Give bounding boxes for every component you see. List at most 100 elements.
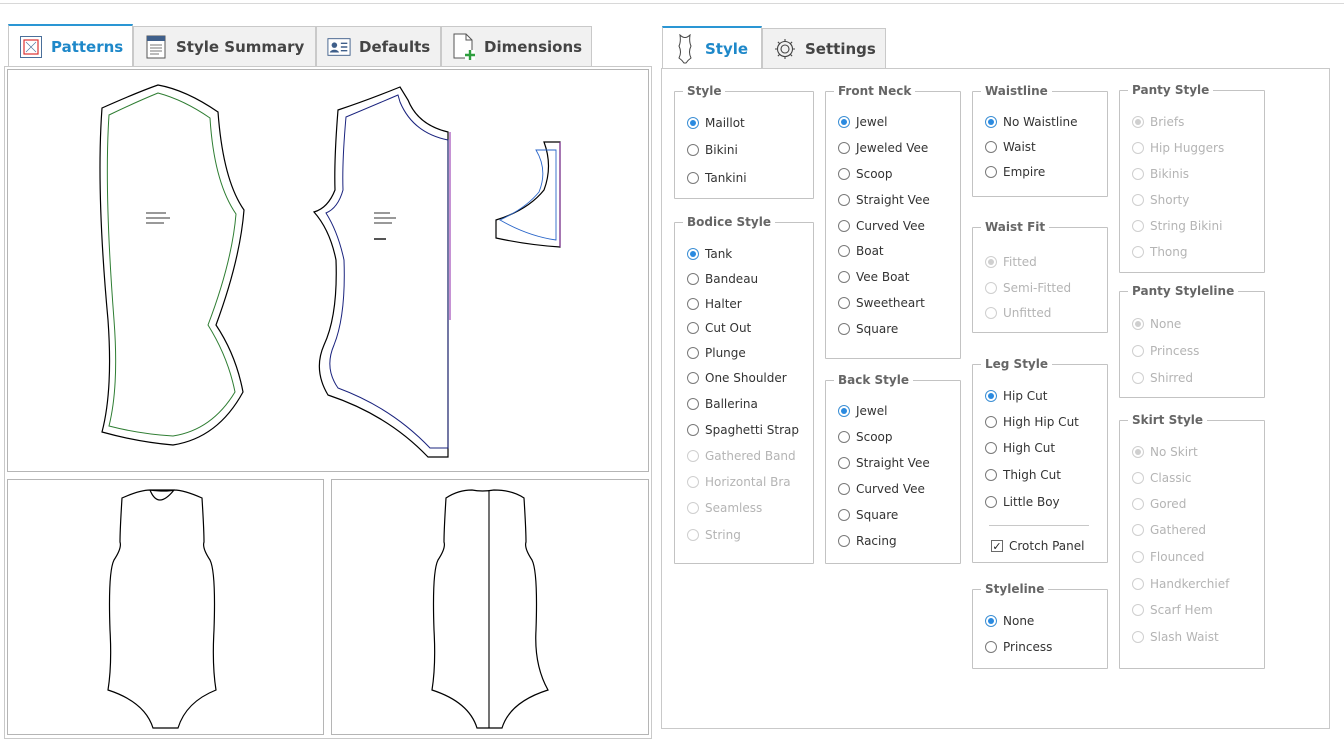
skirt-style-group: Skirt Style No Skirt Classic Gored Gathe…	[1119, 412, 1265, 669]
radio-button[interactable]	[838, 431, 850, 443]
waistline-option-empire[interactable]: Empire	[985, 165, 1045, 179]
front-view-canvas[interactable]	[7, 479, 324, 735]
leg-style-option-little-boy[interactable]: Little Boy	[985, 495, 1060, 509]
style-option-maillot[interactable]: Maillot	[687, 116, 745, 130]
bodice-option-ballerina[interactable]: Ballerina	[687, 397, 758, 411]
new-document-icon	[452, 33, 476, 60]
radio-button[interactable]	[687, 322, 699, 334]
radio-button[interactable]	[985, 496, 997, 508]
bodice-option-halter[interactable]: Halter	[687, 297, 742, 311]
styleline-option-princess[interactable]: Princess	[985, 640, 1052, 654]
radio-button[interactable]	[838, 116, 850, 128]
bodice-option-tank[interactable]: Tank	[687, 247, 732, 261]
leg-style-option-high-cut[interactable]: High Cut	[985, 441, 1055, 455]
radio-button[interactable]	[687, 117, 699, 129]
radio-button[interactable]	[838, 405, 850, 417]
tab-dimensions[interactable]: Dimensions	[441, 26, 592, 67]
radio-button[interactable]	[838, 535, 850, 547]
bodice-option-spaghetti-strap[interactable]: Spaghetti Strap	[687, 423, 799, 437]
radio-button[interactable]	[838, 297, 850, 309]
radio-button[interactable]	[985, 416, 997, 428]
radio-button	[1132, 524, 1144, 536]
radio-button[interactable]	[838, 142, 850, 154]
waist-fit-option-semi-fitted: Semi-Fitted	[985, 281, 1071, 295]
bodice-option-bandeau[interactable]: Bandeau	[687, 272, 758, 286]
back-style-option-racing[interactable]: Racing	[838, 534, 897, 548]
back-style-option-jewel[interactable]: Jewel	[838, 404, 887, 418]
skirt-style-option-scarf-hem: Scarf Hem	[1132, 603, 1213, 617]
tab-patterns[interactable]: Patterns	[8, 24, 133, 67]
radio-button[interactable]	[985, 166, 997, 178]
radio-button[interactable]	[838, 194, 850, 206]
panty-style-option-string-bikini: String Bikini	[1132, 219, 1222, 233]
bodice-option-plunge[interactable]: Plunge	[687, 346, 746, 360]
radio-button[interactable]	[985, 141, 997, 153]
radio-button[interactable]	[838, 245, 850, 257]
front-neck-option-jewel[interactable]: Jewel	[838, 115, 887, 129]
tab-style-summary[interactable]: Style Summary	[133, 26, 316, 67]
radio-button[interactable]	[687, 347, 699, 359]
tab-style[interactable]: Style	[662, 26, 762, 69]
front-neck-option-boat[interactable]: Boat	[838, 244, 884, 258]
styleline-option-none[interactable]: None	[985, 614, 1034, 628]
radio-button[interactable]	[985, 442, 997, 454]
radio-button[interactable]	[985, 116, 997, 128]
crotch-panel-checkbox[interactable]: ✓ Crotch Panel	[991, 539, 1085, 553]
radio-button[interactable]	[838, 220, 850, 232]
bodice-style-group: Bodice Style Tank Bandeau Halter Cut Out…	[674, 214, 814, 564]
radio-button[interactable]	[687, 144, 699, 156]
radio-button[interactable]	[985, 469, 997, 481]
leg-style-option-thigh-cut[interactable]: Thigh Cut	[985, 468, 1061, 482]
front-neck-option-vee-boat[interactable]: Vee Boat	[838, 270, 910, 284]
style-option-tankini[interactable]: Tankini	[687, 171, 747, 185]
radio-button[interactable]	[838, 457, 850, 469]
tab-settings[interactable]: Settings	[762, 28, 886, 69]
back-style-option-square[interactable]: Square	[838, 508, 898, 522]
back-view-drawing	[431, 489, 549, 729]
radio-button[interactable]	[687, 424, 699, 436]
waistline-option-no-waistline[interactable]: No Waistline	[985, 115, 1078, 129]
front-neck-option-curved-vee[interactable]: Curved Vee	[838, 219, 925, 233]
style-option-bikini[interactable]: Bikini	[687, 143, 738, 157]
bodice-option-one-shoulder[interactable]: One Shoulder	[687, 371, 787, 385]
waistline-option-waist[interactable]: Waist	[985, 140, 1036, 154]
front-neck-option-square[interactable]: Square	[838, 322, 898, 336]
check-icon[interactable]: ✓	[991, 540, 1003, 552]
radio-button[interactable]	[985, 641, 997, 653]
back-style-option-curved-vee[interactable]: Curved Vee	[838, 482, 925, 496]
skirt-style-option-flounced: Flounced	[1132, 550, 1204, 564]
front-neck-option-jeweled-vee[interactable]: Jeweled Vee	[838, 141, 928, 155]
radio-button[interactable]	[687, 273, 699, 285]
back-style-option-scoop[interactable]: Scoop	[838, 430, 893, 444]
radio-button[interactable]	[687, 172, 699, 184]
radio-button	[1132, 116, 1144, 128]
bodice-option-cut-out[interactable]: Cut Out	[687, 321, 751, 335]
radio-button[interactable]	[838, 509, 850, 521]
front-neck-option-straight-vee[interactable]: Straight Vee	[838, 193, 930, 207]
back-style-option-straight-vee[interactable]: Straight Vee	[838, 456, 930, 470]
radio-button[interactable]	[985, 390, 997, 402]
front-neck-option-sweetheart[interactable]: Sweetheart	[838, 296, 925, 310]
radio-button[interactable]	[687, 298, 699, 310]
tab-defaults[interactable]: Defaults	[316, 26, 441, 67]
leg-style-option-hip-cut[interactable]: Hip Cut	[985, 389, 1047, 403]
leg-style-option-high-hip-cut[interactable]: High Hip Cut	[985, 415, 1079, 429]
leg-style-group: Leg Style Hip Cut High Hip Cut High Cut …	[972, 356, 1108, 563]
pattern-pieces-canvas[interactable]	[7, 69, 649, 472]
radio-button[interactable]	[838, 483, 850, 495]
radio-button[interactable]	[985, 615, 997, 627]
radio-button	[1132, 220, 1144, 232]
back-view-canvas[interactable]	[331, 479, 649, 735]
radio-button[interactable]	[838, 271, 850, 283]
radio-button	[1132, 631, 1144, 643]
radio-button[interactable]	[838, 168, 850, 180]
radio-button	[1132, 246, 1144, 258]
radio-button	[1132, 551, 1144, 563]
radio-button[interactable]	[838, 323, 850, 335]
radio-button[interactable]	[687, 372, 699, 384]
radio-button[interactable]	[687, 398, 699, 410]
panty-style-group-title: Panty Style	[1128, 82, 1214, 98]
radio-button[interactable]	[687, 248, 699, 260]
front-neck-option-scoop[interactable]: Scoop	[838, 167, 893, 181]
swimsuit-icon	[673, 33, 697, 63]
